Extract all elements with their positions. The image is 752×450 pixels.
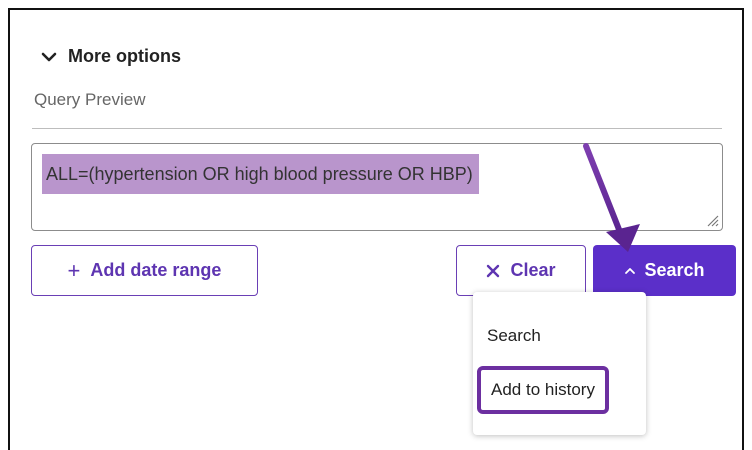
query-preview-label: Query Preview — [34, 90, 146, 109]
add-date-range-label: Add date range — [90, 260, 222, 280]
chevron-down-icon — [41, 52, 57, 61]
more-options-toggle[interactable]: More options — [40, 46, 181, 67]
add-date-range-button[interactable]: + Add date range — [31, 245, 258, 296]
search-label: Search — [644, 260, 705, 280]
query-preview-textarea[interactable]: ALL=(hypertension OR high blood pressure… — [31, 143, 723, 231]
query-text: ALL=(hypertension OR high blood pressure… — [42, 154, 479, 194]
search-button[interactable]: Search — [593, 245, 736, 296]
plus-icon: + — [67, 257, 81, 283]
resize-handle-icon[interactable] — [705, 213, 719, 227]
close-icon — [487, 264, 500, 277]
search-dropdown-menu: Search Add to history — [473, 292, 646, 435]
menu-item-search[interactable]: Search — [487, 326, 541, 346]
clear-label: Clear — [510, 260, 556, 280]
more-options-label: More options — [68, 46, 181, 66]
menu-item-add-to-history[interactable]: Add to history — [477, 366, 609, 414]
divider — [32, 128, 722, 129]
clear-button[interactable]: Clear — [456, 245, 586, 296]
chevron-up-icon — [625, 267, 636, 274]
